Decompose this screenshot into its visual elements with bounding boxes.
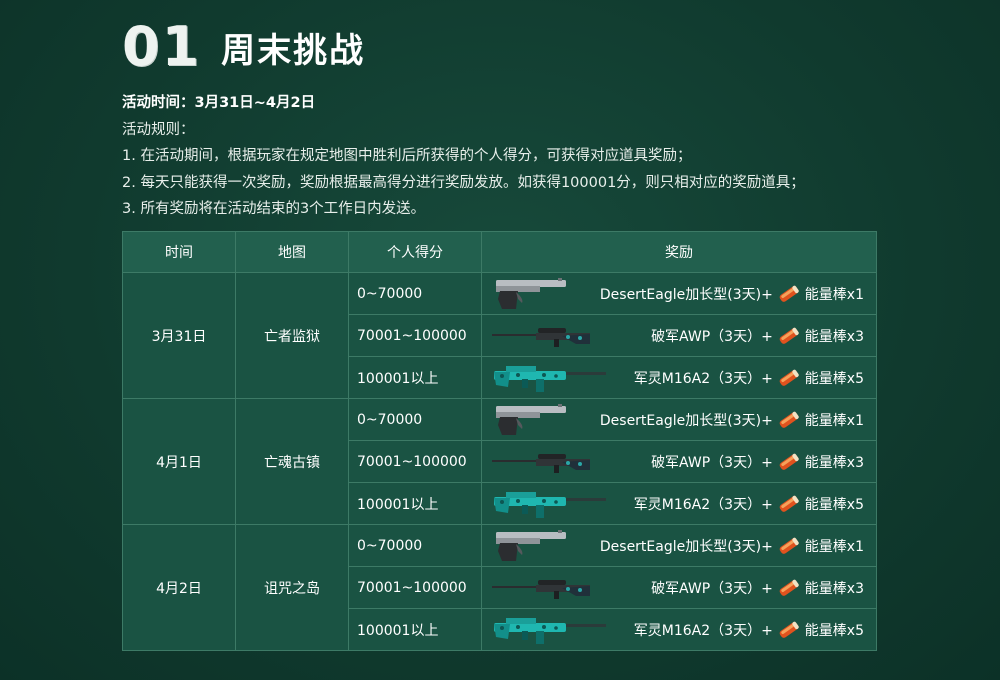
energy-bar-icon: [779, 327, 799, 344]
energy-bar-icon: [779, 453, 799, 470]
sniper-rifle-icon: [492, 324, 590, 348]
score-cell: 100001以上: [348, 608, 482, 651]
event-time: 活动时间：3月31日~4月2日: [122, 90, 805, 117]
energy-bar-icon: [779, 495, 799, 512]
reward-cell: 军灵M16A2（3天）+ 能量棒x5: [481, 608, 877, 651]
section-heading: 01 周末挑战: [122, 20, 365, 74]
event-time-label: 活动时间：: [122, 95, 195, 111]
assault-rifle-icon: [492, 615, 608, 645]
weapon-reward: 军灵M16A2（3天）+: [633, 370, 773, 387]
section-number: 01: [122, 15, 202, 78]
weapon-reward: DesertEagle加长型(3天)+: [599, 412, 773, 429]
score-cell: 100001以上: [348, 356, 482, 399]
energy-reward: 能量棒x5: [804, 622, 864, 639]
reward-cell: DesertEagle加长型(3天)+ 能量棒x1: [481, 398, 877, 441]
map-cell: 亡魂古镇: [235, 398, 349, 525]
score-cell: 70001~100000: [348, 314, 482, 357]
reward-cell: 军灵M16A2（3天）+ 能量棒x5: [481, 356, 877, 399]
rule-1: 1. 在活动期间，根据玩家在规定地图中胜利后所获得的个人得分，可获得对应道具奖励…: [122, 148, 692, 164]
header-time: 时间: [122, 231, 236, 273]
weapon-reward: DesertEagle加长型(3天)+: [599, 286, 773, 303]
date-cell: 4月2日: [122, 524, 236, 651]
score-cell: 70001~100000: [348, 440, 482, 483]
energy-bar-icon: [779, 537, 799, 554]
event-time-value: 3月31日~4月2日: [194, 95, 316, 111]
rule-2: 2. 每天只能获得一次奖励，奖励根据最高得分进行奖励发放。如获得100001分，…: [122, 174, 805, 191]
energy-bar-icon: [779, 285, 799, 302]
energy-reward: 能量棒x5: [804, 496, 864, 513]
score-cell: 0~70000: [348, 272, 482, 315]
event-info: 活动时间：3月31日~4月2日 活动规则： 1. 在活动期间，根据玩家在规定地图…: [122, 90, 805, 223]
energy-reward: 能量棒x1: [804, 286, 864, 303]
score-cell: 0~70000: [348, 524, 482, 567]
reward-table: 时间 地图 个人得分 奖励 3月31日 亡者监狱 0~70000 DesertEagl…: [122, 231, 877, 651]
score-cell: 100001以上: [348, 482, 482, 525]
weapon-reward: 破军AWP（3天）+: [651, 328, 773, 345]
sniper-rifle-icon: [492, 576, 590, 600]
pistol-icon: [492, 529, 570, 563]
table-row: 4月1日 亡魂古镇 0~70000 DesertEagle加长型(3天)+ 能量棒x1: [122, 398, 877, 525]
pistol-icon: [492, 403, 570, 437]
rule-3: 3. 所有奖励将在活动结束的3个工作日内发送。: [122, 201, 426, 217]
weapon-reward: 军灵M16A2（3天）+: [633, 496, 773, 513]
date-cell: 3月31日: [122, 272, 236, 399]
energy-reward: 能量棒x5: [804, 370, 864, 387]
sniper-rifle-icon: [492, 450, 590, 474]
energy-reward: 能量棒x3: [804, 454, 864, 471]
header-score: 个人得分: [348, 231, 482, 273]
map-cell: 亡者监狱: [235, 272, 349, 399]
energy-reward: 能量棒x3: [804, 328, 864, 345]
pistol-icon: [492, 277, 570, 311]
weapon-reward: 破军AWP（3天）+: [651, 580, 773, 597]
header-map: 地图: [235, 231, 349, 273]
score-cell: 70001~100000: [348, 566, 482, 609]
energy-reward: 能量棒x3: [804, 580, 864, 597]
weapon-reward: 军灵M16A2（3天）+: [633, 622, 773, 639]
reward-cell: 破军AWP（3天）+ 能量棒x3: [481, 314, 877, 357]
reward-cell: DesertEagle加长型(3天)+ 能量棒x1: [481, 524, 877, 567]
assault-rifle-icon: [492, 363, 608, 393]
energy-bar-icon: [779, 411, 799, 428]
header-reward: 奖励: [481, 231, 877, 273]
reward-cell: 军灵M16A2（3天）+ 能量棒x5: [481, 482, 877, 525]
table-row: 4月2日 诅咒之岛 0~70000 DesertEagle加长型(3天)+ 能量棒x1: [122, 524, 877, 651]
table-row: 3月31日 亡者监狱 0~70000 DesertEagle加长型(3天)+ 能量棒x1: [122, 272, 877, 399]
energy-bar-icon: [779, 621, 799, 638]
energy-bar-icon: [779, 579, 799, 596]
table-body: 3月31日 亡者监狱 0~70000 DesertEagle加长型(3天)+ 能量棒x1…: [122, 272, 877, 651]
assault-rifle-icon: [492, 489, 608, 519]
rules-title: 活动规则：: [122, 121, 195, 138]
energy-reward: 能量棒x1: [804, 412, 864, 429]
weapon-reward: DesertEagle加长型(3天)+: [599, 538, 773, 555]
reward-cell: DesertEagle加长型(3天)+ 能量棒x1: [481, 272, 877, 315]
energy-bar-icon: [779, 369, 799, 386]
map-cell: 诅咒之岛: [235, 524, 349, 651]
score-cell: 0~70000: [348, 398, 482, 441]
reward-cell: 破军AWP（3天）+ 能量棒x3: [481, 440, 877, 483]
date-cell: 4月1日: [122, 398, 236, 525]
table-header-row: 时间 地图 个人得分 奖励: [122, 231, 877, 273]
energy-reward: 能量棒x1: [804, 538, 864, 555]
weapon-reward: 破军AWP（3天）+: [651, 454, 773, 471]
reward-cell: 破军AWP（3天）+ 能量棒x3: [481, 566, 877, 609]
section-title: 周末挑战: [221, 30, 366, 71]
